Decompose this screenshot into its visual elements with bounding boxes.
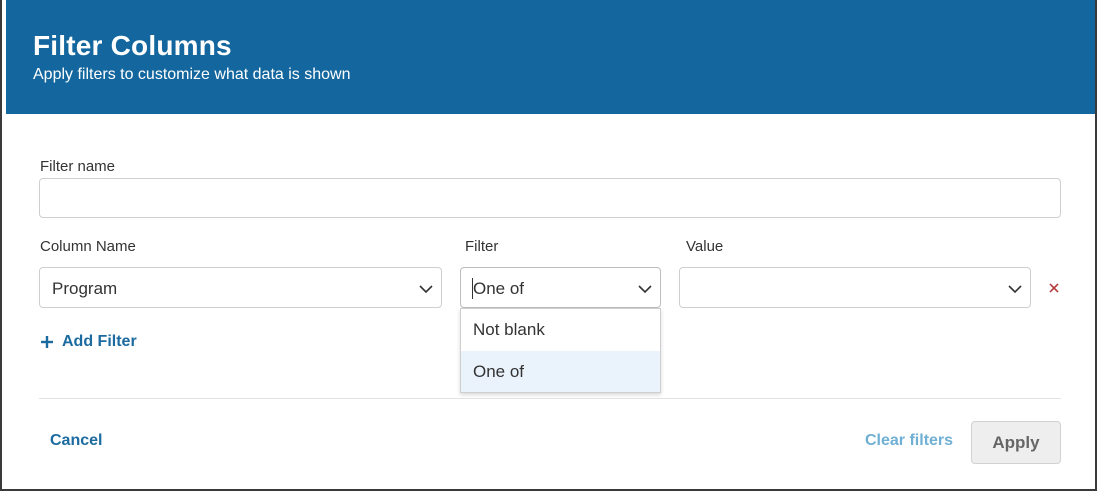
filter-operator-dropdown: Not blank One of: [460, 308, 661, 393]
add-filter-button[interactable]: Add Filter: [40, 332, 137, 352]
plus-icon: [41, 336, 53, 348]
chevron-down-icon: [1008, 285, 1022, 294]
cancel-button[interactable]: Cancel: [50, 432, 102, 450]
dropdown-option-not-blank[interactable]: Not blank: [461, 309, 660, 350]
column-name-select[interactable]: Program: [39, 267, 442, 308]
value-label: Value: [686, 238, 724, 255]
filter-columns-modal: Filter Columns Apply filters to customiz…: [0, 0, 1097, 491]
value-select[interactable]: [679, 267, 1031, 308]
filter-name-label: Filter name: [40, 158, 116, 175]
filter-operator-select[interactable]: One of: [460, 267, 661, 308]
footer-divider: [39, 398, 1061, 399]
chevron-down-icon: [638, 285, 652, 294]
filter-label: Filter: [465, 238, 499, 255]
filter-name-input[interactable]: [39, 178, 1061, 218]
filter-operator-select-value: One of: [473, 279, 525, 298]
modal-title: Filter Columns: [33, 30, 232, 61]
apply-button[interactable]: Apply: [971, 421, 1061, 464]
column-name-select-value: Program: [52, 279, 118, 298]
modal-header: Filter Columns Apply filters to customiz…: [6, 0, 1095, 114]
modal-subtitle: Apply filters to customize what data is …: [33, 66, 351, 83]
add-filter-label: Add Filter: [62, 333, 137, 350]
clear-filters-button[interactable]: Clear filters: [865, 432, 953, 450]
chevron-down-icon: [419, 285, 433, 294]
remove-filter-close-icon[interactable]: [1047, 281, 1061, 295]
column-name-label: Column Name: [40, 238, 136, 255]
dropdown-option-one-of[interactable]: One of: [461, 351, 660, 392]
